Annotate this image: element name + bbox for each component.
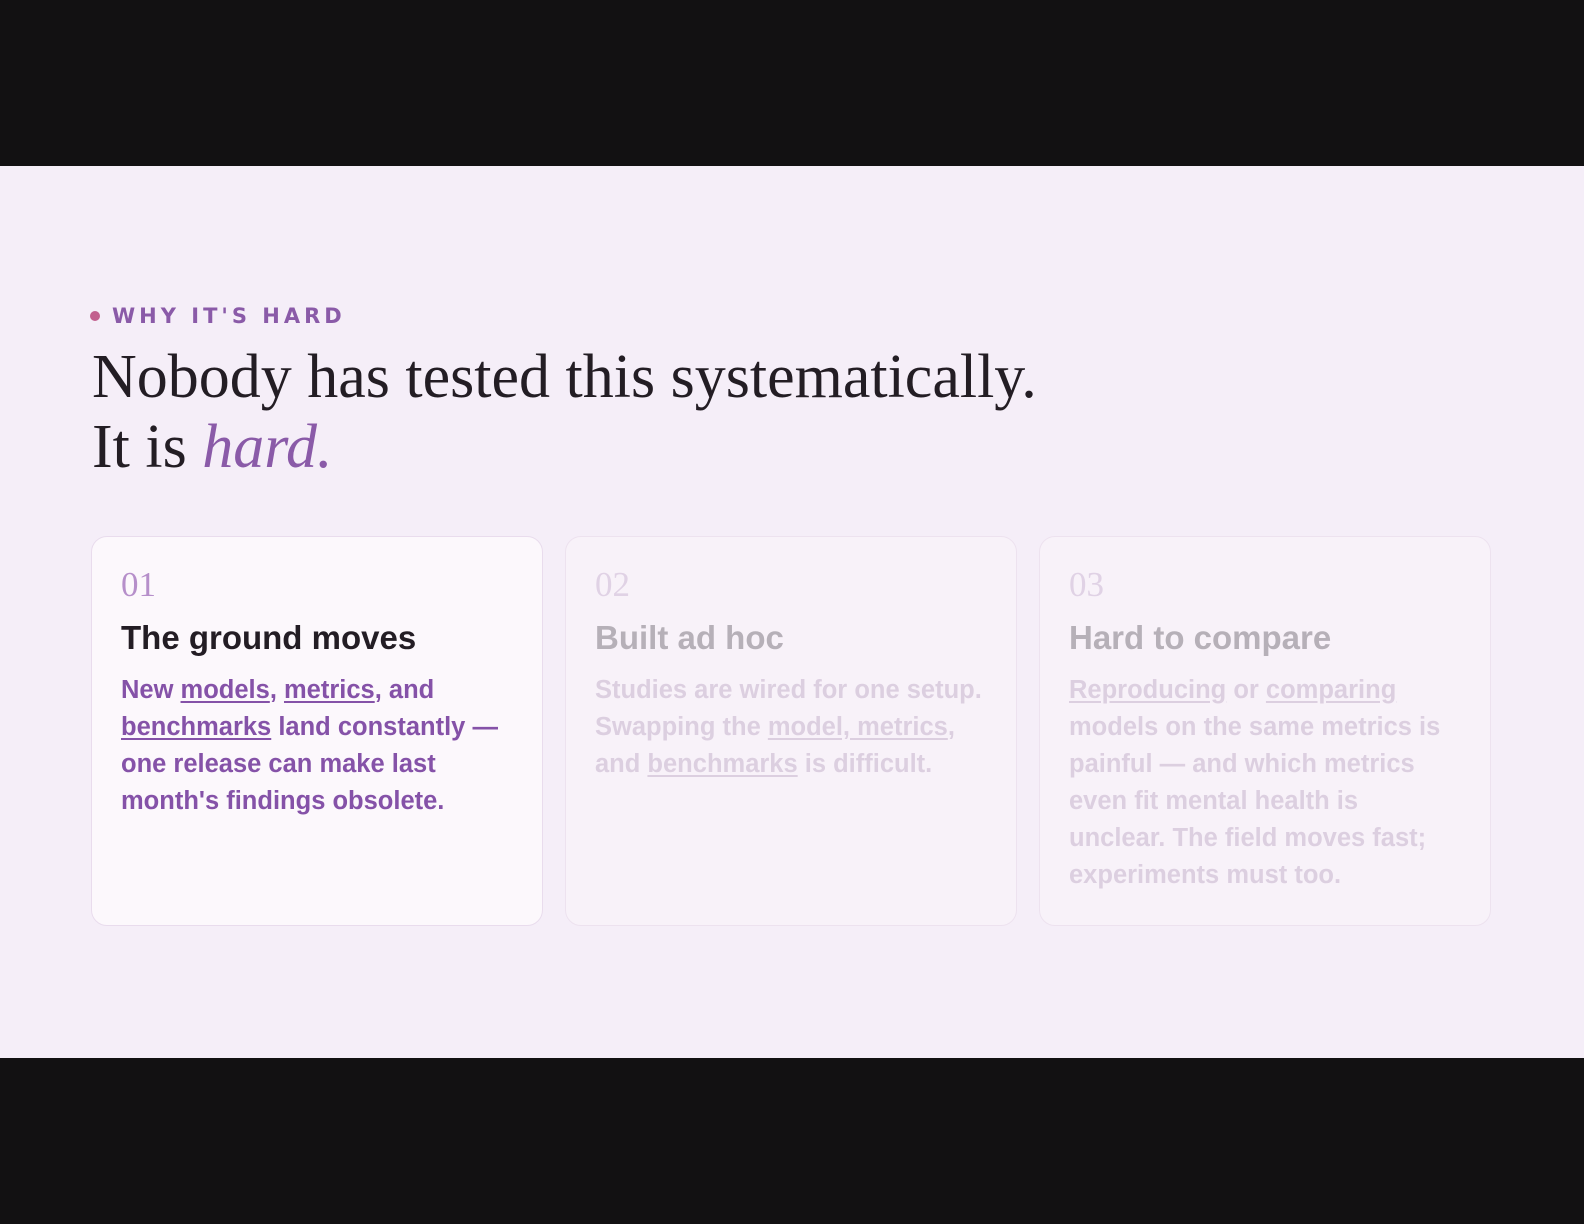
card-number: 02 <box>595 565 630 604</box>
headline-accent-word: hard. <box>202 413 333 481</box>
body-text: , <box>269 676 284 704</box>
slide: WHY IT'S HARD Nobody has tested this sys… <box>0 166 1584 1058</box>
glossary-link[interactable]: benchmarks <box>647 750 797 778</box>
body-text: or <box>1226 676 1266 704</box>
glossary-link[interactable]: comparing <box>1266 676 1396 704</box>
bullet-dot-icon <box>90 311 100 321</box>
section-headline: Nobody has tested this systematically. It… <box>92 342 1037 482</box>
glossary-link[interactable]: Reproducing <box>1069 676 1226 704</box>
card-title: The ground moves <box>121 619 417 656</box>
headline-line-1: Nobody has tested this systematically. <box>92 343 1037 411</box>
body-text: models on the same metrics is painful — … <box>1069 713 1441 889</box>
headline-line-2-prefix: It is <box>92 413 187 481</box>
challenge-card-3[interactable]: 03 Hard to compare Reproducing or compar… <box>1039 536 1491 926</box>
body-text: , and <box>374 676 435 704</box>
card-body: Reproducing or comparing models on the s… <box>1069 672 1461 894</box>
challenge-card-2[interactable]: 02 Built ad hoc Studies are wired for on… <box>565 536 1017 926</box>
challenge-card-1[interactable]: 01 The ground moves New models, metrics,… <box>91 536 543 926</box>
card-number: 03 <box>1069 565 1104 604</box>
card-body: Studies are wired for one setup. Swappin… <box>595 672 987 783</box>
body-text: is difficult. <box>797 750 933 778</box>
glossary-link[interactable]: models <box>181 676 270 704</box>
body-text: New <box>121 676 181 704</box>
eyebrow-label: WHY IT'S HARD <box>112 304 346 328</box>
challenge-cards: 01 The ground moves New models, metrics,… <box>91 536 1491 926</box>
glossary-link[interactable]: benchmarks <box>121 713 271 741</box>
card-title: Built ad hoc <box>595 619 784 656</box>
glossary-link[interactable]: metrics <box>284 676 375 704</box>
card-number: 01 <box>121 565 156 604</box>
glossary-link[interactable]: model, metrics <box>768 713 948 741</box>
card-title: Hard to compare <box>1069 619 1332 656</box>
section-eyebrow: WHY IT'S HARD <box>90 303 346 329</box>
card-body: New models, metrics, and benchmarks land… <box>121 672 513 820</box>
